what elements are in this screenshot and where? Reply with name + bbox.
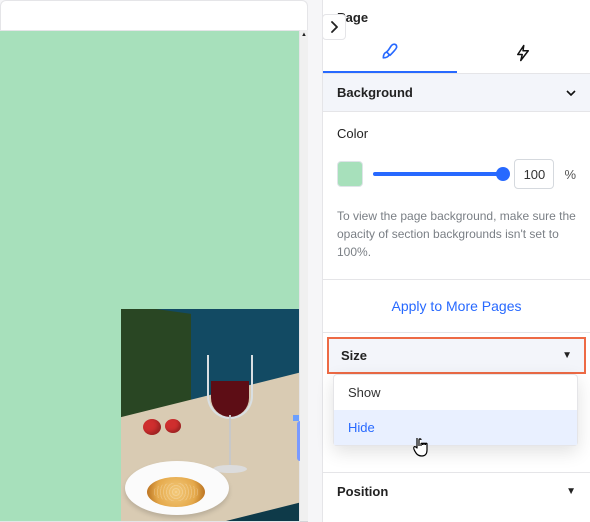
preview-image — [121, 309, 299, 521]
chevron-down-icon — [566, 90, 576, 96]
lightning-icon — [514, 44, 532, 62]
opacity-unit: % — [564, 167, 576, 182]
background-hint: To view the page background, make sure t… — [337, 207, 576, 261]
pointer-cursor-icon — [411, 436, 431, 458]
color-swatch[interactable] — [337, 161, 363, 187]
page-preview[interactable] — [0, 30, 300, 522]
brush-icon — [380, 42, 400, 62]
section-header-label: Position — [337, 484, 388, 499]
opacity-input[interactable] — [514, 159, 554, 189]
tab-interactions[interactable] — [457, 33, 590, 73]
section-header-position[interactable]: Position ▼ — [323, 472, 590, 510]
caret-down-icon: ▼ — [562, 350, 572, 361]
expand-panel-button[interactable] — [322, 14, 346, 40]
size-dropdown: Show Hide — [333, 374, 578, 446]
dropdown-option-hide[interactable]: Hide — [334, 410, 577, 445]
color-label: Color — [337, 126, 576, 141]
dropdown-option-show[interactable]: Show — [334, 375, 577, 410]
section-header-size[interactable]: Size ▼ — [327, 337, 586, 374]
section-header-background[interactable]: Background — [323, 74, 590, 112]
panel-title: Page — [323, 0, 590, 33]
preview-window-header — [0, 0, 308, 30]
chevron-right-icon — [330, 21, 338, 33]
preview-scrollbar[interactable]: ▲ — [300, 30, 308, 522]
opacity-slider[interactable] — [373, 172, 504, 176]
inspector-panel: Page Background Color — [322, 0, 590, 522]
apply-more-pages-link[interactable]: Apply to More Pages — [323, 280, 590, 333]
panel-tabs — [323, 33, 590, 74]
background-section-body: Color % To view the page background, mak… — [323, 112, 590, 280]
section-header-label: Background — [337, 85, 413, 100]
caret-down-icon: ▼ — [566, 486, 576, 497]
slider-thumb[interactable] — [496, 167, 510, 181]
scroll-up-icon: ▲ — [300, 30, 308, 40]
section-header-label: Size — [341, 348, 367, 363]
